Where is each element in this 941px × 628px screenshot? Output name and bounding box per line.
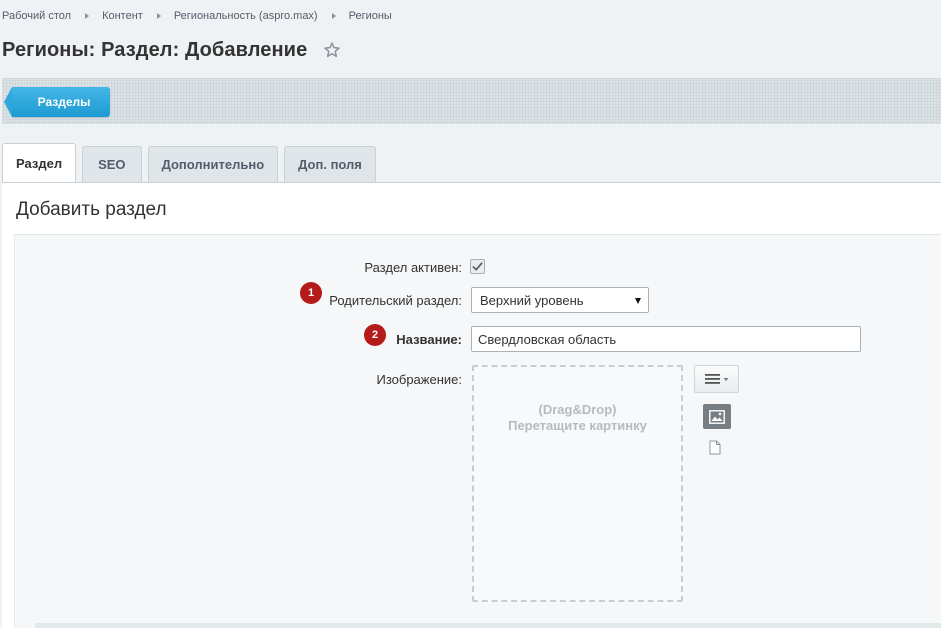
file-icon xyxy=(709,440,721,455)
section-title: Добавить раздел xyxy=(16,199,167,220)
image-dropzone[interactable]: (Drag&Drop) Перетащите картинку xyxy=(472,365,683,602)
name-label: Название: xyxy=(396,332,462,347)
content-panel: Добавить раздел Раздел активен: 1 Родите… xyxy=(2,182,941,628)
active-checkbox[interactable] xyxy=(470,259,485,274)
dropzone-hint-line2: Перетащите картинку xyxy=(508,418,647,433)
name-input[interactable] xyxy=(471,326,861,352)
image-icon xyxy=(709,409,725,424)
tab-section[interactable]: Раздел xyxy=(2,143,77,183)
step-badge-1: 1 xyxy=(300,282,322,304)
title-row: Регионы: Раздел: Добавление xyxy=(2,36,341,64)
tab-extra-fields[interactable]: Доп. поля xyxy=(284,146,376,182)
chevron-right-icon xyxy=(85,13,90,19)
menu-icon xyxy=(704,374,728,384)
parent-section-label: Родительский раздел: xyxy=(329,293,462,308)
breadcrumb-item-regions[interactable]: Регионы xyxy=(349,10,392,22)
active-label: Раздел активен: xyxy=(364,260,462,275)
tab-additional[interactable]: Дополнительно xyxy=(147,146,279,182)
tab-bar: Раздел SEO Дополнительно Доп. поля xyxy=(2,136,382,183)
dropzone-hint-line1: (Drag&Drop) xyxy=(538,402,617,417)
image-label: Изображение: xyxy=(376,372,462,387)
breadcrumb: Рабочий стол Контент Региональность (asp… xyxy=(2,8,392,24)
chevron-right-icon xyxy=(331,13,336,19)
tab-seo[interactable]: SEO xyxy=(82,146,142,182)
file-upload-button[interactable] xyxy=(709,440,723,456)
page-title: Регионы: Раздел: Добавление xyxy=(2,38,308,61)
step-badge-2: 2 xyxy=(364,324,386,346)
breadcrumb-item-content[interactable]: Контент xyxy=(102,10,143,22)
sections-back-button[interactable]: Разделы xyxy=(4,87,110,117)
breadcrumb-item-regionality[interactable]: Региональность (aspro.max) xyxy=(174,10,318,22)
star-icon[interactable] xyxy=(323,41,341,59)
image-menu-button[interactable] xyxy=(694,365,739,393)
image-upload-button[interactable] xyxy=(703,404,731,429)
parent-section-value: Верхний уровень xyxy=(480,292,584,308)
toolbar: Разделы xyxy=(2,78,941,124)
breadcrumb-item-desktop[interactable]: Рабочий стол xyxy=(2,10,71,22)
section-form: Раздел активен: 1 Родительский раздел: В… xyxy=(14,234,941,628)
form-bottom-divider xyxy=(35,623,941,628)
parent-section-select[interactable]: Верхний уровень xyxy=(471,287,649,313)
dropdown-arrow-icon xyxy=(635,298,641,304)
checkmark-icon xyxy=(472,262,483,271)
chevron-right-icon xyxy=(156,13,161,19)
